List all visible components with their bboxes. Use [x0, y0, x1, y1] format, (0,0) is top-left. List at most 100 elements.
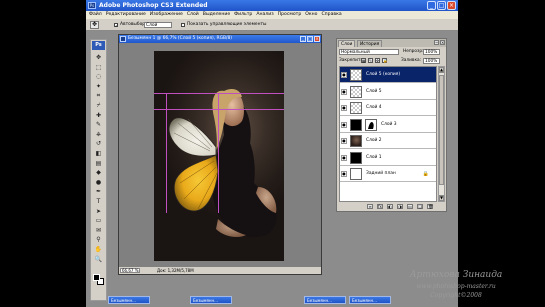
menu-window[interactable]: Окно	[305, 11, 317, 19]
layer-thumbnail[interactable]	[350, 69, 362, 81]
layer-visibility-icon[interactable]: ●	[341, 72, 347, 78]
layer-visibility-icon[interactable]: ●	[341, 88, 347, 95]
pen-tool-icon[interactable]: ✒	[94, 188, 103, 195]
blend-mode-dropdown[interactable]: Нормальный	[339, 49, 399, 55]
menu-analysis[interactable]: Анализ	[256, 11, 273, 19]
magic-wand-icon[interactable]: ✦	[94, 83, 103, 90]
layer-row[interactable]: ● Слой 4	[340, 100, 436, 116]
slice-tool-icon[interactable]: ⌿	[94, 102, 103, 109]
new-group-icon[interactable]: ▭	[407, 204, 413, 209]
show-controls-checkbox[interactable]	[181, 23, 185, 27]
scroll-down-icon[interactable]: ▼	[439, 195, 444, 201]
tab-history[interactable]: История	[357, 40, 383, 47]
layer-visibility-icon[interactable]: ●	[341, 171, 347, 177]
menu-select[interactable]: Выделение	[203, 11, 230, 19]
fill-input[interactable]: 100%	[423, 58, 440, 64]
blur-tool-icon[interactable]: ◆	[94, 169, 103, 176]
close-button[interactable]: ×	[447, 1, 456, 10]
move-tool-icon[interactable]: ✥	[94, 54, 103, 61]
gradient-tool-icon[interactable]: ▤	[94, 160, 103, 167]
menu-help[interactable]: Справка	[321, 11, 341, 19]
type-tool-icon[interactable]: T	[94, 198, 103, 205]
link-layers-icon[interactable]: ∞	[367, 204, 373, 209]
menu-view[interactable]: Просмотр	[278, 11, 302, 19]
autoselect-dropdown[interactable]: Слой	[144, 22, 172, 28]
menu-file[interactable]: Файл	[89, 11, 102, 19]
layer-mask-thumbnail[interactable]	[365, 118, 377, 131]
layer-thumbnail[interactable]	[350, 118, 362, 131]
layer-row[interactable]: ● Слой 5	[340, 84, 436, 100]
hand-tool-icon[interactable]: ✋	[94, 246, 103, 253]
guide-line-horizontal[interactable]	[154, 109, 284, 110]
opacity-input[interactable]: 100%	[423, 49, 440, 55]
autoselect-checkbox[interactable]: ✓	[114, 23, 118, 28]
layer-visibility-icon[interactable]: ●	[341, 154, 347, 161]
zoom-tool-icon[interactable]: 🔍	[94, 256, 103, 263]
layer-thumbnail[interactable]	[350, 85, 362, 98]
guide-line-vertical[interactable]	[166, 93, 167, 213]
menu-edit[interactable]: Редактирование	[106, 11, 146, 19]
canvas[interactable]	[154, 51, 284, 261]
layer-style-icon[interactable]: fx	[377, 204, 383, 209]
lock-all-icon[interactable]: 🔒	[382, 58, 387, 63]
foreground-color-swatch[interactable]	[93, 274, 100, 281]
history-brush-icon[interactable]: ↺	[94, 140, 103, 147]
crop-tool-icon[interactable]: ⌗	[94, 92, 103, 99]
scroll-thumb[interactable]	[439, 75, 444, 185]
panel-close-button[interactable]: ×	[440, 40, 445, 45]
zoom-field[interactable]: 66,67 %	[120, 268, 140, 273]
shape-tool-icon[interactable]: ▭	[94, 217, 103, 224]
doc-maximize-button[interactable]: □	[307, 36, 313, 42]
doc-minimize-button[interactable]: _	[300, 36, 306, 42]
layer-visibility-icon[interactable]: ●	[341, 138, 347, 144]
move-tool-icon[interactable]: ✥	[90, 21, 99, 29]
lock-position-icon[interactable]: ✥	[375, 58, 380, 63]
minimize-button[interactable]: _	[427, 1, 436, 10]
minimized-document[interactable]: Безымянн...	[108, 296, 150, 304]
layer-row[interactable]: ● Задний план 🔒	[340, 166, 436, 182]
brush-tool-icon[interactable]: ✎	[94, 121, 103, 128]
minimized-document[interactable]: Безымянн...	[304, 296, 346, 304]
eyedropper-tool-icon[interactable]: ⚲	[94, 236, 103, 243]
delete-layer-icon[interactable]: 🗑	[427, 204, 433, 209]
options-bar: ✥ ✓ Автовыбор: Слой Показать управляющие…	[86, 19, 458, 31]
minimized-document[interactable]: Безымянн...	[190, 296, 232, 304]
menu-image[interactable]: Изображение	[150, 11, 183, 19]
layer-row[interactable]: ● Слой 5 (копия)	[340, 67, 436, 83]
menu-bar: Файл Редактирование Изображение Слой Выд…	[86, 11, 458, 19]
guide-line-vertical[interactable]	[218, 93, 219, 213]
new-layer-icon[interactable]: ❏	[417, 204, 423, 209]
lock-transparency-icon[interactable]: ▦	[361, 58, 366, 63]
doc-close-button[interactable]: ×	[314, 36, 320, 42]
document-size[interactable]: Док: 1,32M/5,78M	[157, 267, 194, 274]
adjustment-layer-icon[interactable]: ◑	[397, 204, 403, 209]
panel-minimize-button[interactable]: −	[434, 40, 439, 45]
marquee-tool-icon[interactable]: ⬚	[94, 64, 103, 71]
layer-row[interactable]: ● Слой 2	[340, 133, 436, 149]
layer-thumbnail[interactable]	[350, 168, 362, 180]
layer-row[interactable]: ● Слой 1	[340, 150, 436, 166]
lasso-tool-icon[interactable]: ◌	[94, 73, 103, 80]
layers-scrollbar[interactable]: ▲ ▼	[438, 66, 445, 202]
layer-visibility-icon[interactable]: ●	[341, 105, 347, 111]
tab-layers[interactable]: Слои	[338, 40, 356, 47]
layer-row[interactable]: ● Слой 3	[340, 117, 436, 133]
guide-line-horizontal[interactable]	[154, 93, 284, 94]
notes-tool-icon[interactable]: ✉	[94, 227, 103, 234]
scroll-up-icon[interactable]: ▲	[439, 67, 444, 73]
menu-layer[interactable]: Слой	[187, 11, 199, 19]
app-logo-icon: Ps	[88, 2, 96, 9]
menu-filter[interactable]: Фильтр	[234, 11, 252, 19]
maximize-button[interactable]: □	[437, 1, 446, 10]
layer-thumbnail[interactable]	[350, 151, 362, 164]
path-selection-icon[interactable]: ➤	[94, 208, 103, 215]
layer-visibility-icon[interactable]: ●	[341, 121, 347, 128]
layer-thumbnail[interactable]	[350, 102, 362, 114]
lock-pixels-icon[interactable]: ✎	[368, 58, 373, 63]
eraser-tool-icon[interactable]: ◧	[94, 150, 103, 157]
add-mask-icon[interactable]: ◐	[387, 204, 393, 209]
layer-thumbnail[interactable]	[350, 135, 362, 147]
clone-stamp-icon[interactable]: ⎈	[94, 131, 103, 138]
healing-brush-icon[interactable]: ✚	[94, 112, 103, 119]
dodge-tool-icon[interactable]: ●	[94, 179, 103, 186]
